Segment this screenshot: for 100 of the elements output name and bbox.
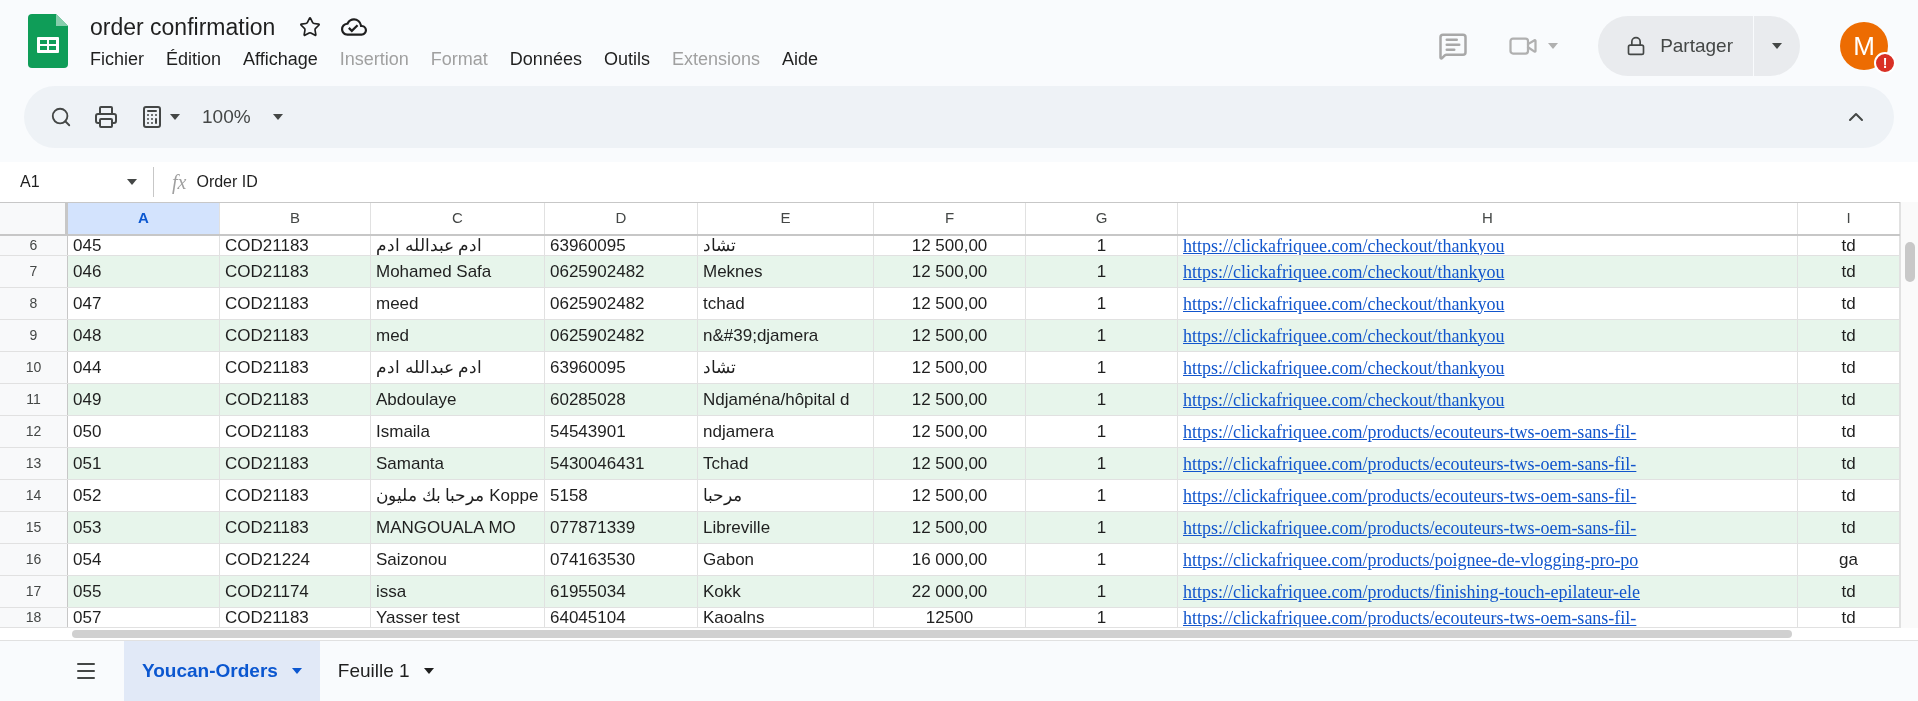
row-number[interactable]: 17 [0, 576, 68, 607]
table-cell: 047 [73, 293, 102, 314]
table-cell: Ndjaména/hôpital d [703, 389, 850, 410]
table-cell: 12 500,00 [911, 421, 988, 442]
vertical-scrollbar-thumb[interactable] [1904, 242, 1915, 282]
link[interactable]: https://clickafriquee.com/checkout/thankyou [1183, 236, 1505, 255]
table-cell: 1 [1096, 485, 1107, 506]
table-cell: 051 [73, 453, 102, 474]
table-cell: COD21183 [225, 517, 309, 538]
table-cell: 045 [73, 236, 102, 255]
table-cell: 055 [73, 581, 102, 602]
table-cell: COD21183 [225, 389, 309, 410]
row-number[interactable]: 15 [0, 512, 68, 543]
table-cell: 0625902482 [550, 325, 645, 346]
name-box[interactable]: A1 [0, 167, 154, 197]
table-cell: 044 [73, 357, 102, 378]
row-number[interactable]: 7 [0, 256, 68, 287]
formula-input[interactable]: Order ID [196, 170, 258, 194]
table-cell: 5430046431 [550, 453, 645, 474]
caret-icon [423, 668, 434, 674]
menu-item[interactable]: Affichage [243, 46, 318, 73]
menu-item[interactable]: Données [509, 46, 582, 73]
lock-icon [1626, 36, 1647, 56]
table-cell: 12 500,00 [911, 453, 988, 474]
table-cell: 12 500,00 [911, 325, 988, 346]
zoom-selector[interactable]: 100% [202, 102, 283, 132]
table-cell: Kaoalns [703, 608, 765, 627]
table-cell: تشاد [703, 236, 736, 255]
table-cell: 63960095 [550, 357, 626, 378]
table-cell: ادم عبدالله ادم [376, 357, 483, 378]
column-header[interactable]: B [220, 203, 371, 234]
document-title[interactable]: order confirmation [90, 9, 276, 45]
table-cell: td [1841, 325, 1856, 346]
column-header[interactable]: A [68, 203, 220, 234]
star-icon[interactable] [299, 16, 322, 38]
link[interactable]: https://clickafriquee.com/checkout/thankyou [1183, 357, 1505, 378]
table-cell: 1 [1096, 608, 1107, 627]
share-button[interactable]: Partager [1598, 16, 1800, 76]
row-number[interactable]: 14 [0, 480, 68, 511]
table-cell: 12 500,00 [911, 485, 988, 506]
print-icon[interactable] [94, 105, 118, 129]
table-cell: 1 [1096, 549, 1107, 570]
spreadsheet-logo[interactable] [28, 14, 68, 68]
link[interactable]: https://clickafriquee.com/products/ecouteurs-tws-oem-sans-fil- [1183, 421, 1637, 442]
menu-item[interactable]: Édition [166, 46, 222, 73]
table-cell: 54543901 [550, 421, 626, 442]
sheet-tab[interactable]: Youcan-Orders [124, 641, 320, 701]
table-cell: td [1841, 608, 1856, 627]
table-cell: 050 [73, 421, 102, 442]
table-cell: COD21183 [225, 485, 309, 506]
column-header[interactable]: G [1026, 203, 1178, 234]
table-cell: td [1841, 236, 1856, 255]
horizontal-scrollbar-thumb[interactable] [72, 630, 1792, 638]
table-cell: 1 [1096, 325, 1107, 346]
table-cell: med [376, 325, 410, 346]
table-cell: 054 [73, 549, 102, 570]
table-cell: Meknes [703, 261, 763, 282]
link[interactable]: https://clickafriquee.com/products/ecouteurs-tws-oem-sans-fil- [1183, 608, 1637, 627]
table-cell: COD21224 [225, 549, 311, 570]
table-cell: COD21183 [225, 608, 309, 627]
alert-badge: ! [1874, 52, 1896, 74]
row-number[interactable]: 8 [0, 288, 68, 319]
link[interactable]: https://clickafriquee.com/products/poignee-de-vlogging-pro-po [1183, 549, 1639, 570]
column-header[interactable]: C [371, 203, 545, 234]
table-cell: td [1841, 517, 1856, 538]
column-header[interactable]: H [1178, 203, 1798, 234]
table-cell: COD21183 [225, 421, 309, 442]
table-cell: COD21174 [225, 581, 309, 602]
row-number[interactable]: 16 [0, 544, 68, 575]
row-number[interactable]: 11 [0, 384, 68, 415]
column-header[interactable]: D [545, 203, 698, 234]
link[interactable]: https://clickafriquee.com/products/ecouteurs-tws-oem-sans-fil- [1183, 485, 1637, 506]
table-cell: td [1841, 421, 1856, 442]
link[interactable]: https://clickafriquee.com/checkout/thankyou [1183, 293, 1505, 314]
row-number[interactable]: 9 [0, 320, 68, 351]
column-header[interactable]: F [874, 203, 1026, 234]
table-cell: Saizonou [376, 549, 447, 570]
search-icon[interactable] [50, 106, 72, 128]
table-cell: Gabon [703, 549, 755, 570]
column-header[interactable]: E [698, 203, 874, 234]
row-number[interactable]: 6 [0, 236, 68, 255]
table-cell: 12 500,00 [911, 293, 988, 314]
table-cell: 12 500,00 [911, 236, 988, 255]
menu-item[interactable]: Fichier [90, 46, 144, 73]
row-number[interactable]: 12 [0, 416, 68, 447]
menu-item[interactable]: Outils [603, 46, 650, 73]
table-cell: td [1841, 581, 1856, 602]
table-cell: 0625902482 [550, 293, 645, 314]
sheet-tab[interactable]: Feuille 1 [319, 641, 452, 701]
table-cell: COD21183 [225, 453, 309, 474]
caret-icon [291, 668, 302, 674]
table-cell: COD21183 [225, 357, 309, 378]
row-number[interactable]: 10 [0, 352, 68, 383]
row-number[interactable]: 18 [0, 608, 68, 627]
column-header[interactable]: I [1798, 203, 1900, 234]
table-cell: 12500 [925, 608, 974, 627]
table-cell: 052 [73, 485, 102, 506]
row-number[interactable]: 13 [0, 448, 68, 479]
table-cell: 057 [73, 608, 102, 627]
menu-item[interactable]: Aide [782, 46, 819, 73]
